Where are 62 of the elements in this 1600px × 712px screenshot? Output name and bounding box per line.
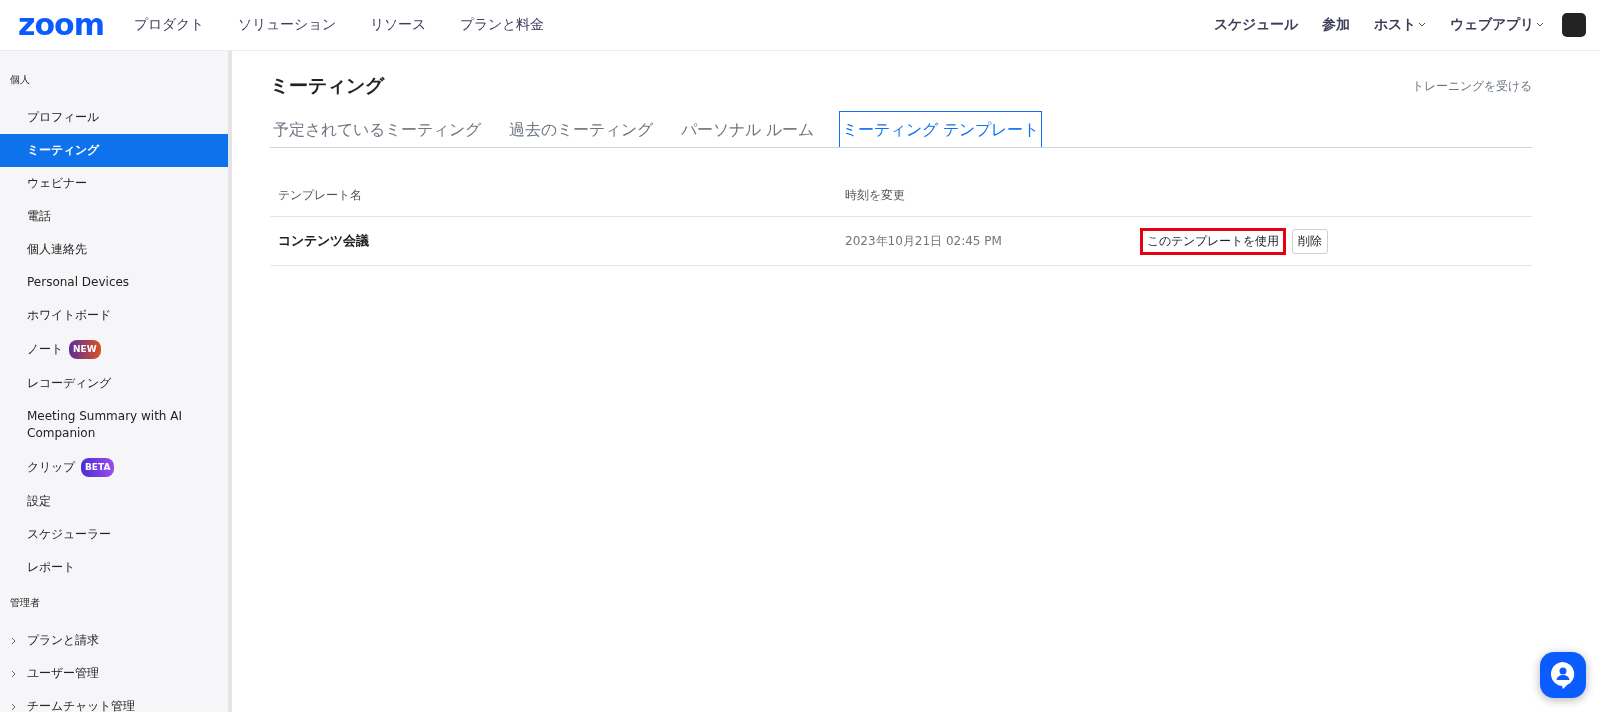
column-header: テンプレート名 — [278, 186, 363, 204]
sidebar-item-label: レコーディング — [27, 375, 111, 392]
chat-support-button[interactable] — [1540, 652, 1586, 698]
badge: NEW — [69, 340, 101, 359]
sidebar-item[interactable]: チームチャット管理 — [0, 690, 228, 712]
sidebar-item-label: ユーザー管理 — [27, 665, 99, 682]
nav-link[interactable]: プランと料金 — [459, 16, 544, 34]
sidebar-section-title: 個人 — [9, 73, 31, 87]
sidebar-item[interactable]: 設定 — [0, 485, 228, 518]
sidebar-item-label: チームチャット管理 — [27, 698, 135, 712]
sidebar-item[interactable]: プロフィール — [0, 101, 228, 134]
nav-link[interactable]: リソース — [369, 16, 426, 34]
sidebar-item[interactable]: 電話 — [0, 200, 228, 233]
sidebar-item-label: クリップ — [27, 459, 75, 476]
action-button[interactable]: このテンプレートを使用 — [1140, 227, 1286, 255]
sidebar-item[interactable]: レコーディング — [0, 367, 228, 400]
sidebar-item-label: レポート — [27, 559, 75, 576]
sidebar-item-label: 電話 — [27, 208, 51, 225]
action-button[interactable]: 削除 — [1292, 228, 1328, 254]
template-name: コンテンツ会議 — [278, 232, 370, 250]
badge: BETA — [81, 458, 115, 477]
tab[interactable]: 過去のミーティング — [506, 111, 656, 147]
sidebar-item-label: ノート — [27, 341, 63, 358]
sidebar-item[interactable]: ウェビナー — [0, 167, 228, 200]
sidebar-item[interactable]: 個人連絡先 — [0, 233, 228, 266]
sidebar-item-label: プランと請求 — [27, 632, 99, 649]
sidebar-item-label: ホワイトボード — [27, 307, 111, 324]
sidebar-item-label: 設定 — [27, 493, 51, 510]
tab[interactable]: ミーティング テンプレート — [838, 111, 1042, 147]
header-link[interactable]: ウェブアプリ — [1450, 16, 1544, 34]
chat-person-icon — [1550, 661, 1576, 689]
header-link[interactable]: 参加 — [1322, 16, 1350, 34]
nav-link[interactable]: プロダクト — [133, 16, 204, 34]
sidebar-item[interactable]: Personal Devices — [0, 266, 228, 299]
sidebar-item-label: スケジューラー — [27, 526, 111, 543]
sidebar-item-label: ミーティング — [27, 142, 99, 159]
sidebar-item[interactable]: ホワイトボード — [0, 299, 228, 332]
sidebar-item-label: Meeting Summary with AI Companion — [27, 408, 184, 442]
modified-time: 2023年10月21日 02:45 PM — [845, 232, 1003, 250]
sidebar-item[interactable]: スケジューラー — [0, 518, 228, 551]
sidebar-item[interactable]: クリップ BETA — [0, 450, 228, 485]
sidebar-item[interactable]: Meeting Summary with AI Companion — [0, 400, 228, 450]
training-link[interactable]: トレーニングを受ける — [1412, 77, 1532, 95]
sidebar-item-label: Personal Devices — [27, 274, 130, 291]
header-link[interactable]: スケジュール — [1214, 16, 1298, 34]
column-header: 時刻を変更 — [845, 186, 906, 204]
sidebar-item-label: プロフィール — [27, 109, 99, 126]
sidebar-item[interactable]: プランと請求 — [0, 624, 228, 657]
tab[interactable]: 予定されているミーティング — [270, 111, 484, 147]
sidebar-item[interactable]: ユーザー管理 — [0, 657, 228, 690]
header-link[interactable]: ホスト — [1374, 16, 1426, 34]
page-title: ミーティング — [270, 73, 384, 98]
sidebar-item[interactable]: ミーティング — [0, 134, 228, 167]
sidebar-item-label: 個人連絡先 — [27, 241, 87, 258]
nav-link[interactable]: ソリューション — [237, 16, 336, 34]
sidebar-item[interactable]: ノート NEW — [0, 332, 228, 367]
avatar[interactable] — [1562, 13, 1586, 37]
sidebar-item-label: ウェビナー — [27, 175, 87, 192]
sidebar-item[interactable]: レポート — [0, 551, 228, 584]
sidebar-section-title: 管理者 — [9, 596, 41, 610]
zoom-logo[interactable]: zoom — [18, 10, 104, 40]
tab[interactable]: パーソナル ルーム — [678, 111, 817, 147]
